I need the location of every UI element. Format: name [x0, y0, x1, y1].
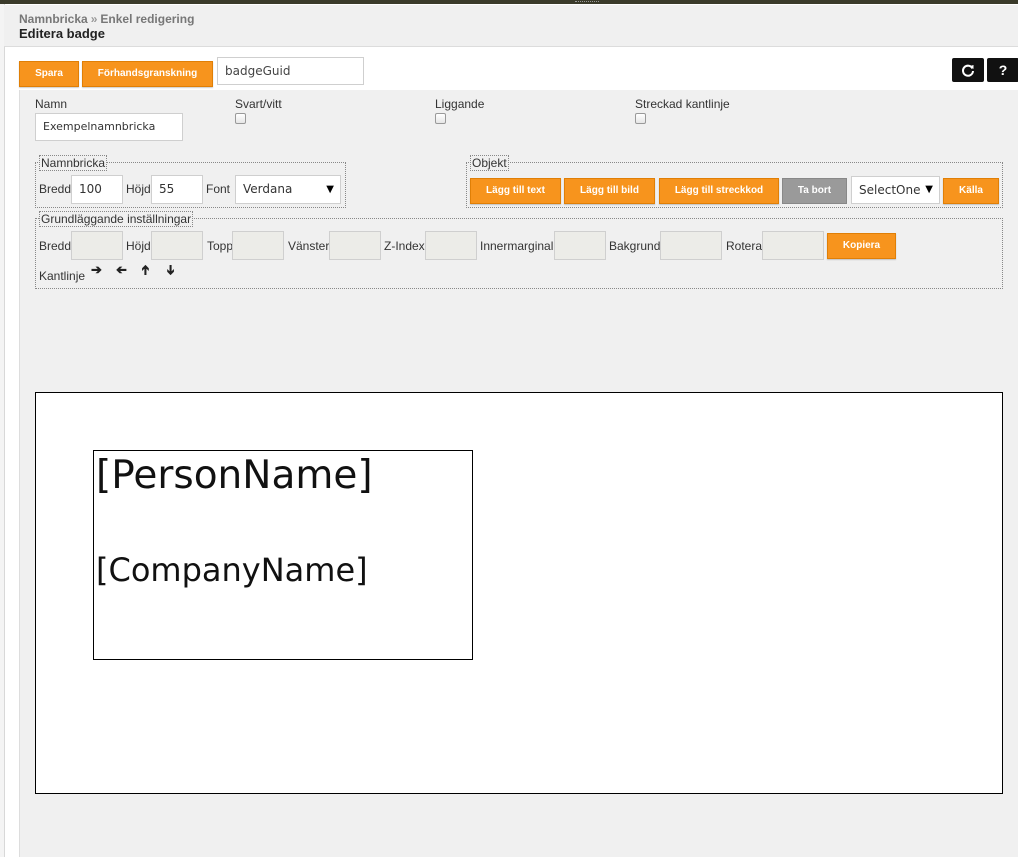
- basic-width-label: Bredd: [39, 239, 72, 253]
- badge-canvas: [PersonName] [CompanyName]: [35, 392, 1003, 794]
- badge-height-input[interactable]: 55: [151, 175, 203, 204]
- source-button[interactable]: Källa: [943, 178, 999, 204]
- left-input[interactable]: [329, 231, 381, 260]
- bw-label: Svart/vitt: [235, 97, 282, 111]
- basic-settings-legend: Grundläggande inställningar: [39, 211, 194, 227]
- object-select[interactable]: SelectOne ▼: [851, 176, 940, 204]
- breadcrumb-current: Enkel redigering: [100, 12, 195, 26]
- breadcrumb: Namnbricka» Enkel redigering: [19, 12, 194, 26]
- badge-width-label: Bredd: [39, 182, 72, 196]
- object-select-value: SelectOne: [859, 183, 921, 197]
- arrow-up-icon[interactable]: ➔: [137, 265, 152, 276]
- badge-guid-input[interactable]: badgeGuid: [217, 57, 364, 85]
- person-name-field[interactable]: [PersonName]: [96, 453, 373, 498]
- basic-width-input[interactable]: [71, 231, 123, 260]
- badge-width-input[interactable]: 100: [71, 175, 123, 204]
- resize-grip[interactable]: [575, 1, 599, 4]
- padding-input[interactable]: [554, 231, 606, 260]
- company-name-field[interactable]: [CompanyName]: [96, 551, 368, 589]
- help-button[interactable]: ?: [987, 58, 1018, 82]
- font-select[interactable]: Verdana ▼: [235, 175, 341, 204]
- dashed-border-label: Streckad kantlinje: [635, 97, 730, 111]
- top-input[interactable]: [232, 231, 284, 260]
- background-input[interactable]: [660, 231, 722, 260]
- badge-height-label: Höjd: [126, 182, 151, 196]
- top-label: Topp: [207, 239, 234, 253]
- arrow-left-icon[interactable]: ➔: [116, 262, 127, 277]
- left-edge: [0, 4, 5, 857]
- name-input[interactable]: Exempelnamnbricka: [35, 113, 183, 141]
- refresh-icon: [962, 64, 974, 77]
- padding-label: Innermarginal: [480, 239, 554, 253]
- objects-legend: Objekt: [470, 155, 509, 171]
- add-text-button[interactable]: Lägg till text: [470, 178, 561, 204]
- breadcrumb-separator: »: [90, 12, 98, 26]
- refresh-button[interactable]: [952, 58, 984, 82]
- arrow-down-icon[interactable]: ➔: [163, 265, 178, 276]
- border-label: Kantlinje: [39, 269, 86, 283]
- preview-button[interactable]: Förhandsgranskning: [82, 61, 213, 87]
- background-label: Bakgrund: [609, 239, 661, 253]
- left-label: Vänster: [288, 239, 330, 253]
- page-title: Editera badge: [19, 26, 105, 41]
- badge-legend: Namnbricka: [39, 155, 108, 171]
- zindex-label: Z-Index: [384, 239, 425, 253]
- chevron-down-icon: ▼: [326, 184, 334, 195]
- name-label: Namn: [35, 97, 68, 111]
- remove-button[interactable]: Ta bort: [782, 178, 847, 204]
- bw-checkbox[interactable]: [235, 113, 246, 124]
- rotate-label: Rotera: [726, 239, 763, 253]
- dashed-border-checkbox[interactable]: [635, 113, 646, 124]
- basic-height-label: Höjd: [126, 239, 151, 253]
- chevron-down-icon: ▼: [925, 184, 933, 195]
- font-label: Font: [206, 182, 231, 196]
- rotate-input[interactable]: [762, 231, 824, 260]
- copy-button[interactable]: Kopiera: [827, 233, 896, 259]
- save-button[interactable]: Spara: [19, 61, 79, 87]
- page-header: Namnbricka» Enkel redigering Editera badg…: [4, 5, 1018, 47]
- font-select-value: Verdana: [243, 182, 293, 196]
- landscape-checkbox[interactable]: [435, 113, 446, 124]
- add-image-button[interactable]: Lägg till bild: [564, 178, 655, 204]
- zindex-input[interactable]: [425, 231, 477, 260]
- add-barcode-button[interactable]: Lägg till streckkod: [659, 178, 779, 204]
- arrow-right-icon[interactable]: ➔: [91, 263, 102, 276]
- breadcrumb-parent[interactable]: Namnbricka: [19, 12, 88, 26]
- badge-preview[interactable]: [PersonName] [CompanyName]: [93, 450, 473, 660]
- window-top-strip: [0, 0, 1018, 4]
- basic-height-input[interactable]: [151, 231, 203, 260]
- landscape-label: Liggande: [435, 97, 485, 111]
